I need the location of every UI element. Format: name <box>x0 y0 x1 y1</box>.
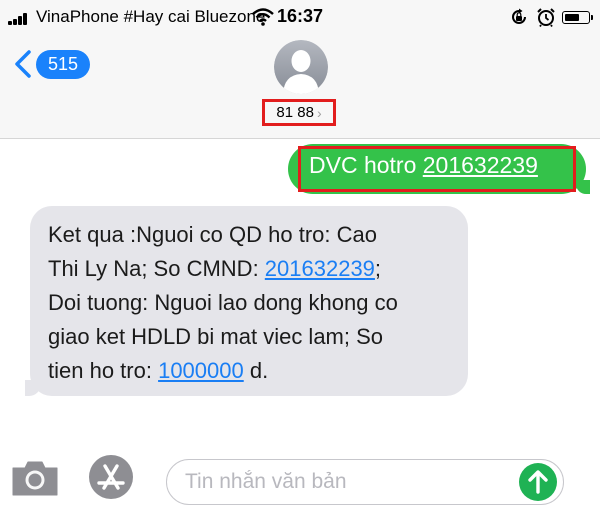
sent-message-number-link[interactable]: 201632239 <box>423 152 538 178</box>
bubble-tail <box>25 380 41 396</box>
unread-count-badge: 515 <box>36 49 91 79</box>
received-line-5-suffix: d. <box>243 358 269 383</box>
send-arrow-icon <box>528 470 548 494</box>
bubble-tail <box>576 180 590 194</box>
sent-message-prefix: DVC hotro <box>309 152 423 178</box>
message-input[interactable] <box>166 459 564 505</box>
send-button[interactable] <box>519 463 557 501</box>
chevron-right-icon: › <box>316 104 322 121</box>
contact-avatar[interactable] <box>274 40 328 94</box>
camera-icon[interactable] <box>10 458 60 498</box>
battery-icon <box>562 11 593 24</box>
received-line-2-text: Thi Ly Na; So CMND: <box>48 256 265 281</box>
conversation-header: 515 81 88 › <box>0 34 600 139</box>
received-line-1: Ket qua :Nguoi co QD ho tro: Cao <box>48 222 377 247</box>
cmnd-number-link[interactable]: 201632239 <box>265 256 375 281</box>
chevron-left-icon <box>15 50 31 78</box>
received-line-4: giao ket HDLD bi mat viec lam; So <box>48 324 384 349</box>
status-bar: VinaPhone #Hay cai Bluezone 16:37 <box>0 0 600 34</box>
rotation-lock-icon <box>512 8 526 24</box>
back-button[interactable]: 515 <box>14 48 91 80</box>
person-silhouette-icon <box>274 40 328 94</box>
sent-message-text: DVC hotro 201632239 <box>309 152 538 179</box>
received-message-text: Ket qua :Nguoi co QD ho tro: Cao Thi Ly … <box>48 218 458 388</box>
contact-name-button[interactable]: 81 88 › <box>262 99 336 126</box>
contact-name: 81 88 <box>276 104 314 121</box>
received-line-5-text: tien ho tro: <box>48 358 159 383</box>
received-line-2: Thi Ly Na; So CMND: 201632239; <box>48 252 458 286</box>
alarm-icon <box>537 8 555 27</box>
received-line-2-suffix: ; <box>374 256 382 281</box>
amount-number-link[interactable]: 1000000 <box>158 358 244 383</box>
received-line-3: Doi tuong: Nguoi lao dong khong co <box>48 290 398 315</box>
received-line-5: tien ho tro: 1000000 d. <box>48 354 458 388</box>
app-store-icon[interactable] <box>88 454 134 500</box>
